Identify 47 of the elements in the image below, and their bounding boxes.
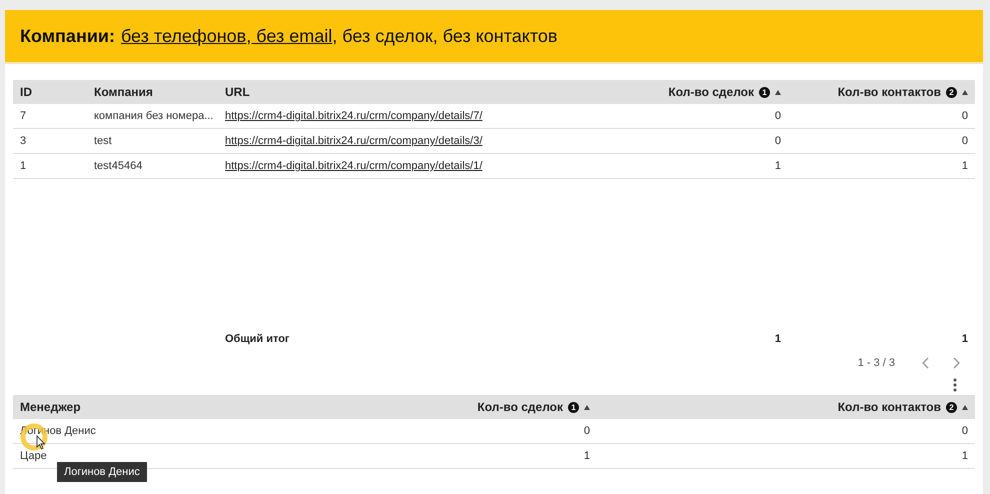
column-header[interactable]: Кол-во контактов 2 bbox=[597, 395, 975, 419]
table-cell: 1 bbox=[962, 160, 968, 172]
info-badge: 1 bbox=[759, 86, 770, 98]
table-cell: 1 bbox=[584, 450, 590, 462]
table-cell: 0 bbox=[962, 135, 968, 147]
column-header: Менеджер bbox=[13, 395, 400, 419]
chevron-right-icon[interactable] bbox=[953, 357, 961, 369]
info-badge: 2 bbox=[946, 402, 957, 412]
total-value: 1 bbox=[962, 332, 968, 344]
kebab-menu-icon[interactable] bbox=[953, 378, 957, 392]
url-link[interactable]: https://crm4-digital.bitrix24.ru/crm/company/details/3/ bbox=[225, 135, 482, 147]
sort-arrow-icon[interactable] bbox=[584, 404, 590, 410]
info-badge: 2 bbox=[946, 86, 957, 98]
table-cell: 0 bbox=[774, 135, 781, 147]
column-header[interactable]: Кол-во контактов 2 bbox=[788, 80, 975, 104]
table-cell: 3 bbox=[20, 135, 26, 147]
table-cell: test bbox=[94, 135, 112, 147]
table-cell: 1 bbox=[962, 450, 968, 462]
table-cell: 0 bbox=[584, 425, 590, 437]
table-cell: 0 bbox=[774, 110, 781, 122]
column-header: URL bbox=[218, 80, 608, 104]
table-cell: test45464 bbox=[94, 160, 142, 172]
sort-arrow-icon[interactable] bbox=[962, 90, 968, 94]
column-header: Компания bbox=[87, 80, 218, 104]
table-cell: 1 bbox=[774, 160, 781, 172]
sort-arrow-icon[interactable] bbox=[962, 404, 968, 410]
url-link[interactable]: https://crm4-digital.bitrix24.ru/crm/company/details/1/ bbox=[225, 160, 482, 172]
table-cell: 0 bbox=[962, 425, 968, 437]
sort-arrow-icon[interactable] bbox=[775, 90, 781, 94]
total-label: Общий итог bbox=[225, 332, 290, 344]
chevron-left-icon[interactable] bbox=[921, 357, 929, 369]
total-value: 1 bbox=[774, 332, 781, 344]
column-header: ID bbox=[13, 80, 87, 104]
table-cell: Царе bbox=[20, 450, 47, 462]
table-cell: компания без номера... bbox=[94, 110, 214, 122]
url-link[interactable]: https://crm4-digital.bitrix24.ru/crm/company/details/7/ bbox=[225, 110, 482, 122]
header-text: , без сделок, без контактов bbox=[332, 26, 558, 46]
filter-link[interactable]: без телефонов, без email bbox=[120, 26, 332, 46]
table-cell: 7 bbox=[20, 110, 26, 122]
header-title: Компании: bbox=[20, 26, 115, 46]
column-header[interactable]: Кол-во сделок 1 bbox=[400, 395, 597, 419]
tooltip: Логинов Денис bbox=[57, 462, 147, 482]
pagination-range: 1 - 3 / 3 bbox=[858, 357, 895, 369]
table-cell: 1 bbox=[20, 160, 26, 172]
info-badge: 1 bbox=[568, 402, 579, 412]
column-header[interactable]: Кол-во сделок 1 bbox=[608, 80, 788, 104]
table-cell: 0 bbox=[962, 110, 968, 122]
